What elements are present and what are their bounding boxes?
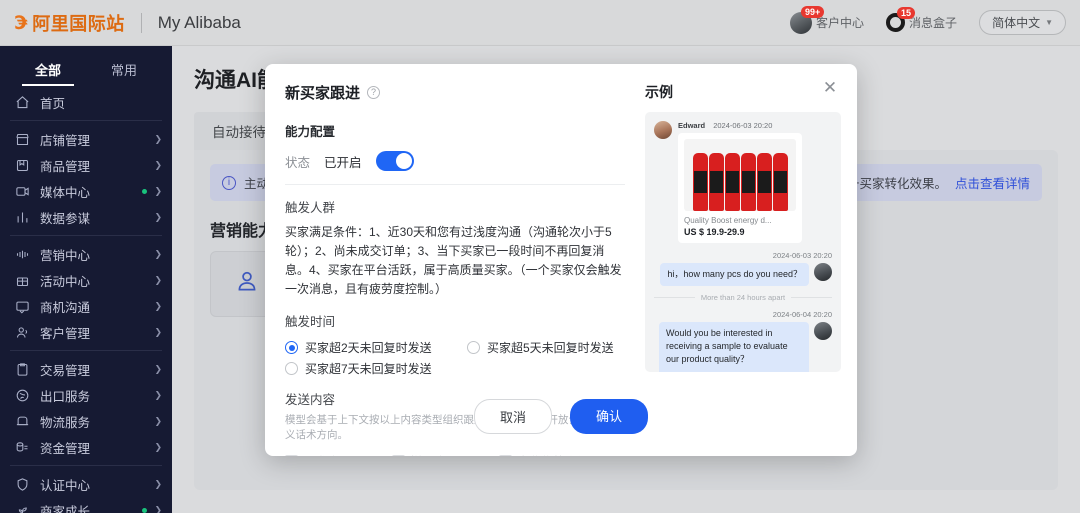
trigger-time-radio-group: 买家超2天未回复时发送 买家超5天未回复时发送 买家超7天未回复时发送	[285, 339, 625, 377]
product-image	[684, 139, 796, 211]
close-icon[interactable]: ✕	[819, 78, 841, 100]
dialog-header: 新买家跟进 ?	[285, 82, 625, 103]
chat-message-outgoing-2: Would you be interested in receiving a s…	[654, 322, 832, 372]
product-card[interactable]: Quality Boost energy d... US $ 19.9-29.9	[678, 133, 802, 243]
radio-option-7days[interactable]: 买家超7天未回复时发送	[285, 360, 467, 377]
chat-message-outgoing-1: hi，how many pcs do you need？	[654, 263, 832, 286]
time-gap-separator: More than 24 hours apart	[654, 293, 832, 302]
example-chat-preview: Edward 2024-06-03 20:20 Quality Boost en…	[645, 112, 841, 372]
cancel-button[interactable]: 取消	[474, 399, 552, 434]
status-toggle[interactable]	[375, 151, 414, 171]
prime-bottles-icon	[692, 153, 788, 211]
chat-message-product: Edward 2024-06-03 20:20 Quality Boost en…	[654, 121, 832, 243]
message-timestamp: 2024-06-03 20:20	[772, 251, 832, 260]
audience-description: 买家满足条件：1、近30天和您有过浅度沟通（沟通轮次小于5轮）；2、尚未成交订单…	[285, 225, 622, 296]
radio-indicator	[285, 362, 298, 375]
radio-label: 买家超2天未回复时发送	[305, 341, 432, 355]
audience-label: 触发人群	[285, 201, 336, 215]
radio-indicator	[467, 341, 480, 354]
capability-config-heading: 能力配置	[285, 125, 336, 139]
section-divider	[285, 184, 625, 185]
radio-indicator	[285, 341, 298, 354]
radio-label: 买家超7天未回复时发送	[305, 362, 432, 376]
message-timestamp: 2024-06-03 20:20	[713, 121, 773, 130]
toggle-knob	[395, 153, 412, 169]
status-value: 已开启	[324, 155, 362, 170]
message-bubble: hi，how many pcs do you need？	[660, 263, 809, 286]
dialog-footer: 取消 确认	[265, 399, 857, 456]
radio-label: 买家超5天未回复时发送	[487, 341, 614, 355]
status-row: 状态 已开启	[285, 151, 625, 171]
dialog-right-column: 示例 Edward 2024-06-03 20:20 Quality Boost…	[645, 64, 857, 456]
dialog-title: 新买家跟进	[285, 85, 361, 102]
product-name: Quality Boost energy d...	[684, 216, 772, 225]
message-meta: Edward 2024-06-03 20:20	[678, 121, 802, 130]
confirm-button[interactable]: 确认	[570, 399, 648, 434]
sender-name: Edward	[678, 121, 706, 130]
avatar	[814, 322, 832, 340]
message-timestamp: 2024-06-04 20:20	[772, 310, 832, 319]
avatar	[654, 121, 672, 139]
avatar	[814, 263, 832, 281]
status-label: 状态	[285, 155, 311, 170]
auto-followup-tag: 主动跟进发送	[666, 370, 802, 372]
message-bubble-wrapper: Would you be interested in receiving a s…	[659, 322, 809, 372]
radio-option-5days[interactable]: 买家超5天未回复时发送	[467, 339, 625, 356]
radio-option-2days[interactable]: 买家超2天未回复时发送	[285, 339, 467, 356]
example-title: 示例	[645, 84, 673, 100]
message-bubble: Would you be interested in receiving a s…	[666, 328, 788, 364]
question-mark-icon[interactable]: ?	[367, 86, 381, 99]
product-price: US $ 19.9-29.9	[684, 227, 745, 237]
new-buyer-followup-dialog: 新买家跟进 ? ✕ 能力配置 状态 已开启 触发人群 买家满足条件：1、近30天…	[265, 64, 857, 456]
trigger-time-label: 触发时间	[285, 315, 336, 329]
dialog-left-column: 新买家跟进 ? ✕ 能力配置 状态 已开启 触发人群 买家满足条件：1、近30天…	[265, 64, 837, 456]
